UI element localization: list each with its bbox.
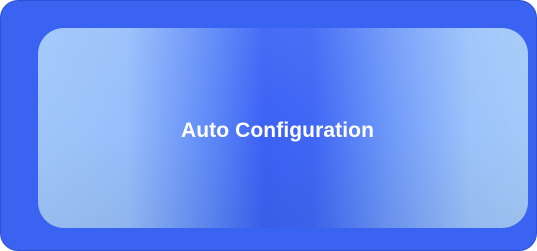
- auto-configuration-button[interactable]: Auto Configuration: [38, 28, 528, 228]
- auto-configuration-label: Auto Configuration: [180, 119, 375, 142]
- auto-configuration-panel: Auto Configuration: [0, 0, 537, 251]
